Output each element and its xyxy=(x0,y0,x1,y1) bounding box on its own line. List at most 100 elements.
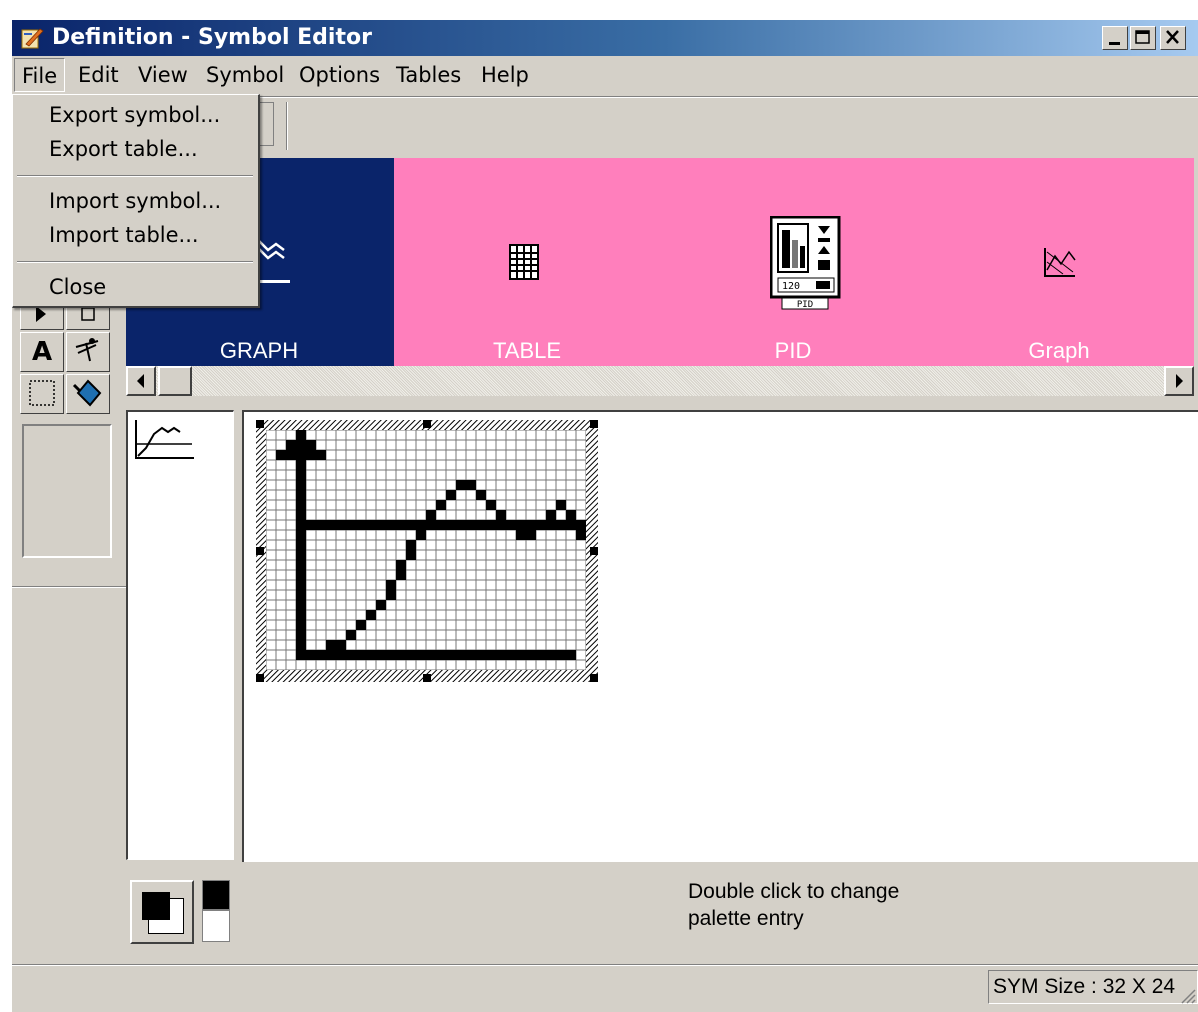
pixel xyxy=(296,630,306,640)
pixel xyxy=(496,650,506,660)
pixel xyxy=(406,650,416,660)
pixel xyxy=(296,470,306,480)
pixel xyxy=(296,540,306,550)
menu-edit[interactable]: Edit xyxy=(71,58,126,92)
desktop-background xyxy=(0,0,1198,20)
table-symbol-icon xyxy=(509,244,539,280)
menu-item-export-symbol[interactable]: Export symbol... xyxy=(49,103,220,127)
menu-help[interactable]: Help xyxy=(474,58,536,92)
pixel xyxy=(446,520,456,530)
menu-tables[interactable]: Tables xyxy=(389,58,468,92)
menu-item-export-table[interactable]: Export table... xyxy=(49,137,198,161)
select-rect-tool-icon xyxy=(29,380,55,406)
symbol-cell-pid[interactable]: 120 PID PID xyxy=(660,158,926,366)
pixel xyxy=(486,500,496,510)
close-button[interactable] xyxy=(1160,26,1186,50)
palette-entry-white[interactable] xyxy=(202,910,230,942)
scroll-left-button[interactable] xyxy=(126,366,156,396)
symbol-strip-scrollbar[interactable] xyxy=(126,366,1194,396)
pixel xyxy=(296,600,306,610)
pixel xyxy=(346,650,356,660)
arrow-right-icon xyxy=(1176,374,1183,388)
menu-separator-2 xyxy=(17,261,253,263)
menu-item-import-symbol[interactable]: Import symbol... xyxy=(49,189,221,213)
pixel xyxy=(296,440,306,450)
pixel xyxy=(386,520,396,530)
text-tool[interactable]: A xyxy=(20,332,64,372)
pixel xyxy=(286,440,296,450)
pid-value-text: 120 xyxy=(782,281,800,292)
pixel xyxy=(556,500,566,510)
menu-item-close[interactable]: Close xyxy=(49,275,106,299)
pixel xyxy=(526,520,536,530)
pixel xyxy=(356,620,366,630)
maximize-button[interactable] xyxy=(1130,26,1156,50)
pixel xyxy=(356,650,366,660)
pixel xyxy=(296,460,306,470)
select-rect-tool[interactable] xyxy=(20,374,64,414)
pixel xyxy=(476,490,486,500)
scroll-thumb[interactable] xyxy=(158,366,192,396)
menu-file[interactable]: File xyxy=(14,58,66,92)
pixel xyxy=(376,650,386,660)
pixel xyxy=(556,650,566,660)
palette-entry-black[interactable] xyxy=(202,880,230,910)
pixel xyxy=(306,440,316,450)
pixel xyxy=(336,640,346,650)
symbol-cell-table[interactable]: TABLE xyxy=(394,158,660,366)
palette-hint: Double click to change palette entry xyxy=(688,878,899,932)
symbol-strip: GRAPH TABLE 120 PID PID Graph xyxy=(126,158,1194,366)
foreground-color-swatch xyxy=(142,892,170,920)
pixel xyxy=(576,520,586,530)
resize-grip-icon[interactable] xyxy=(1178,986,1196,1004)
tool-palette: A xyxy=(20,300,116,418)
pixel xyxy=(296,610,306,620)
pixel xyxy=(486,650,496,660)
symbol-editor-window: Definition - Symbol Editor File Edit Vie… xyxy=(12,20,1198,1012)
pixel xyxy=(426,650,436,660)
pixel xyxy=(376,520,386,530)
pixel xyxy=(506,520,516,530)
menu-item-import-table[interactable]: Import table... xyxy=(49,223,199,247)
pixel-grid[interactable] xyxy=(256,420,598,682)
pixel xyxy=(356,520,366,530)
pixel xyxy=(296,650,306,660)
close-icon xyxy=(1166,30,1179,44)
pixel xyxy=(366,650,376,660)
pixel xyxy=(296,520,306,530)
pixel xyxy=(296,570,306,580)
pixel xyxy=(296,430,306,440)
pixel xyxy=(296,510,306,520)
pixel xyxy=(436,500,446,510)
pixel xyxy=(456,650,466,660)
pixel xyxy=(276,450,286,460)
symbol-label-table: TABLE xyxy=(492,338,562,363)
pixel xyxy=(426,510,436,520)
pixel xyxy=(406,520,416,530)
color-selector[interactable] xyxy=(130,880,194,944)
pixel xyxy=(466,480,476,490)
title-bar[interactable]: Definition - Symbol Editor xyxy=(12,20,1198,56)
symbol-label-graph-2: Graph xyxy=(1028,338,1090,363)
menu-symbol[interactable]: Symbol xyxy=(199,58,291,92)
scroll-right-button[interactable] xyxy=(1164,366,1194,396)
line-tool[interactable] xyxy=(66,332,110,372)
minimize-button[interactable] xyxy=(1102,26,1128,50)
minimize-icon xyxy=(1109,42,1120,45)
pixel xyxy=(516,520,526,530)
paint-bucket-tool[interactable] xyxy=(66,374,110,414)
pixel xyxy=(526,530,536,540)
menu-view[interactable]: View xyxy=(131,58,195,92)
pixel xyxy=(566,650,576,660)
line-tool-icon xyxy=(75,338,99,362)
pixel xyxy=(466,650,476,660)
pixel xyxy=(396,650,406,660)
menu-options[interactable]: Options xyxy=(292,58,387,92)
desktop-background-left xyxy=(0,20,12,1012)
pixel xyxy=(316,650,326,660)
pixel-editor-area[interactable] xyxy=(242,410,1198,862)
symbol-cell-graph-2[interactable]: Graph xyxy=(926,158,1192,366)
pixel xyxy=(396,520,406,530)
paint-bucket-tool-icon xyxy=(72,379,102,407)
pixel xyxy=(476,520,486,530)
